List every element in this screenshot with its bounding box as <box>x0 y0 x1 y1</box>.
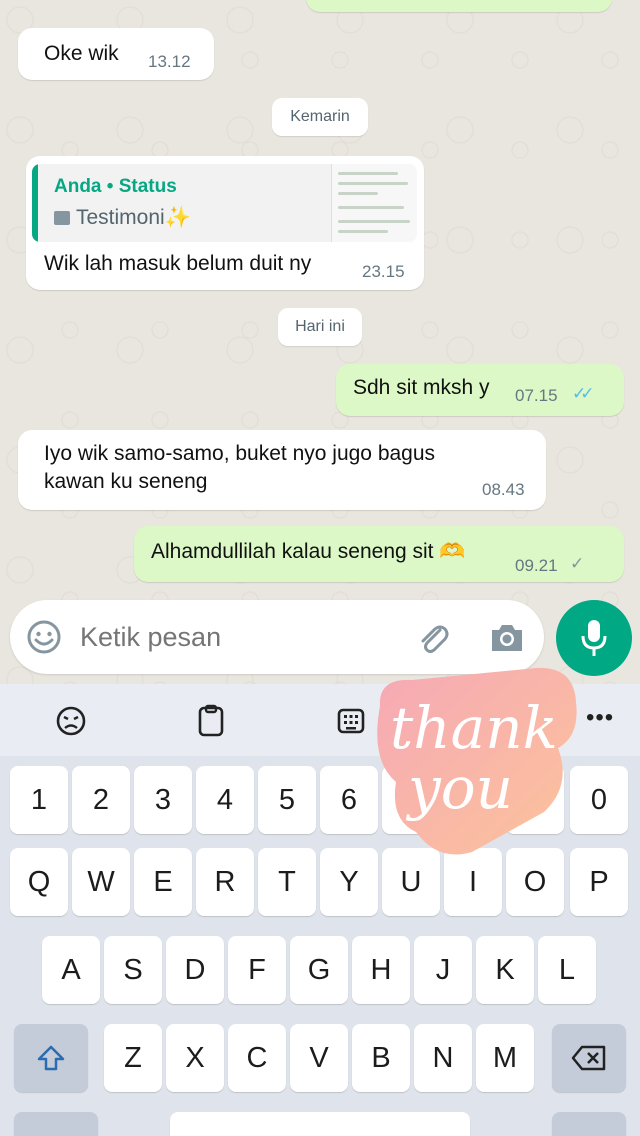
quote-body-text: Testimoni✨ <box>76 206 191 229</box>
more-options-icon[interactable]: ••• <box>586 704 614 732</box>
key[interactable]: W <box>72 848 130 916</box>
status-thumbnail <box>331 164 417 242</box>
message-bubble-partial[interactable]: ✓✓ <box>306 0 612 12</box>
backspace-key[interactable] <box>552 1024 626 1092</box>
quote-body: Testimoni✨ <box>54 206 191 230</box>
key[interactable]: Y <box>320 848 378 916</box>
chat-area: ✓✓ Oke wik 13.12 Kemarin Anda • Status T… <box>0 0 640 684</box>
message-text: Wik lah masuk belum duit ny <box>44 252 312 275</box>
key[interactable]: Q <box>10 848 68 916</box>
quoted-status[interactable]: Anda • Status Testimoni✨ <box>32 164 417 242</box>
key[interactable]: E <box>134 848 192 916</box>
symbols-key[interactable] <box>14 1112 98 1136</box>
message-text: Alhamdullilah kalau seneng sit 🫶 <box>151 540 466 563</box>
key[interactable]: V <box>290 1024 348 1092</box>
keypad-icon[interactable] <box>332 702 370 740</box>
message-text-line1: Iyo wik samo-samo, buket nyo jugo bagus <box>44 442 436 465</box>
day-chip-hari-ini: Hari ini <box>278 308 362 346</box>
key[interactable]: Z <box>104 1024 162 1092</box>
key[interactable]: B <box>352 1024 410 1092</box>
thank-you-sticker: thank you <box>377 667 577 855</box>
key[interactable]: N <box>414 1024 472 1092</box>
message-time: 09.21 <box>515 556 558 575</box>
key[interactable]: 2 <box>72 766 130 834</box>
space-key[interactable] <box>170 1112 470 1136</box>
day-chip-kemarin: Kemarin <box>272 98 368 136</box>
sent-tick-icon: ✓ <box>570 554 584 573</box>
message-time: 08.43 <box>482 480 525 499</box>
key[interactable]: J <box>414 936 472 1004</box>
message-text: Sdh sit mksh y <box>353 376 490 399</box>
key[interactable]: A <box>42 936 100 1004</box>
key[interactable]: O <box>506 848 564 916</box>
key[interactable]: C <box>228 1024 286 1092</box>
key[interactable]: 4 <box>196 766 254 834</box>
key[interactable]: 5 <box>258 766 316 834</box>
message-input[interactable] <box>80 618 400 656</box>
camera-icon[interactable] <box>488 620 526 656</box>
key[interactable]: M <box>476 1024 534 1092</box>
message-time: 23.15 <box>362 262 405 281</box>
emoji-face-icon[interactable] <box>52 702 90 740</box>
message-time: 07.15 <box>515 386 558 405</box>
quote-author: Anda • Status <box>54 176 177 197</box>
key[interactable]: I <box>444 848 502 916</box>
key[interactable]: R <box>196 848 254 916</box>
key[interactable]: F <box>228 936 286 1004</box>
message-text-line2: kawan ku seneng <box>44 470 208 493</box>
shift-icon <box>37 1045 65 1071</box>
key[interactable]: U <box>382 848 440 916</box>
message-bubble-outgoing[interactable]: Alhamdullilah kalau seneng sit 🫶 09.21 ✓ <box>134 526 624 582</box>
key[interactable]: K <box>476 936 534 1004</box>
sticker-text-thank: thank <box>390 694 558 762</box>
clipboard-icon[interactable] <box>192 702 230 740</box>
key[interactable]: D <box>166 936 224 1004</box>
key[interactable]: 3 <box>134 766 192 834</box>
key[interactable]: L <box>538 936 596 1004</box>
shift-key[interactable] <box>14 1024 88 1092</box>
message-bubble-incoming[interactable]: Iyo wik samo-samo, buket nyo jugo bagus … <box>18 430 546 510</box>
sticker-text-you: you <box>405 754 513 822</box>
key[interactable]: 1 <box>10 766 68 834</box>
key[interactable]: P <box>570 848 628 916</box>
key[interactable]: X <box>166 1024 224 1092</box>
image-icon <box>54 211 70 226</box>
emoji-icon[interactable] <box>26 619 62 655</box>
read-ticks-icon: ✓✓ <box>572 384 594 403</box>
message-time: 13.12 <box>148 52 191 71</box>
message-bubble-outgoing[interactable]: Sdh sit mksh y 07.15 ✓✓ <box>336 364 624 416</box>
enter-key[interactable] <box>552 1112 626 1136</box>
key[interactable]: H <box>352 936 410 1004</box>
key[interactable]: G <box>290 936 348 1004</box>
message-text: Oke wik <box>44 42 119 65</box>
backspace-icon <box>571 1045 606 1071</box>
message-bubble-incoming[interactable]: Oke wik 13.12 <box>18 28 214 80</box>
key[interactable]: T <box>258 848 316 916</box>
microphone-icon <box>581 620 607 656</box>
attach-icon[interactable] <box>414 620 452 658</box>
key[interactable]: S <box>104 936 162 1004</box>
quote-bar <box>32 164 38 242</box>
